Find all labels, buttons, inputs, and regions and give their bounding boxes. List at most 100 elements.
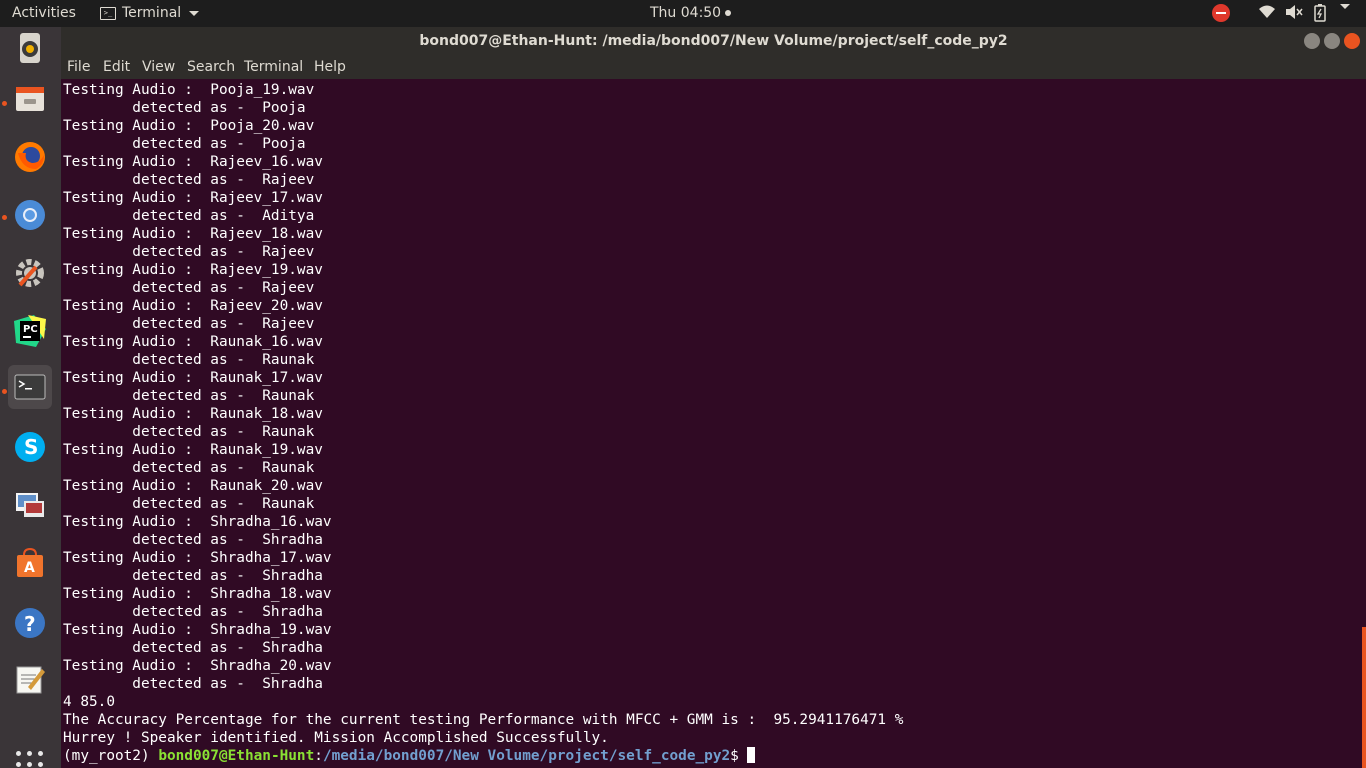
- terminal-line: detected as - Shradha: [63, 640, 323, 656]
- software-center-icon: A: [14, 547, 46, 579]
- window-title: bond007@Ethan-Hunt: /media/bond007/New V…: [419, 33, 1008, 49]
- terminal-line: Testing Audio : Rajeev_18.wav: [63, 226, 323, 242]
- chromium-icon: [14, 199, 46, 231]
- menu-view[interactable]: View: [142, 59, 175, 75]
- launcher-firefox[interactable]: [8, 135, 52, 179]
- system-menu-chevron-icon[interactable]: [1338, 4, 1350, 9]
- launcher-dock: PC S A ?: [0, 27, 61, 768]
- terminal-line: Testing Audio : Rajeev_17.wav: [63, 190, 323, 206]
- svg-text:?: ?: [24, 612, 36, 636]
- maximize-button[interactable]: [1324, 33, 1340, 49]
- terminal-line: detected as - Shradha: [63, 604, 323, 620]
- svg-text:A: A: [24, 560, 35, 576]
- terminal-line: detected as - Raunak: [63, 352, 315, 368]
- terminal-line: detected as - Rajeev: [63, 172, 315, 188]
- terminal-line: Testing Audio : Raunak_20.wav: [63, 478, 323, 494]
- prompt-env: (my_root2): [63, 748, 159, 764]
- terminal-line: Testing Audio : Raunak_18.wav: [63, 406, 323, 422]
- terminal-line: Testing Audio : Rajeev_16.wav: [63, 154, 323, 170]
- terminal-line: detected as - Shradha: [63, 532, 323, 548]
- settings-icon: [14, 257, 46, 289]
- terminal-line: 4 85.0: [63, 694, 115, 710]
- terminal-line: Testing Audio : Pooja_19.wav: [63, 82, 315, 98]
- launcher-chromium[interactable]: [8, 193, 52, 237]
- terminal-line: Testing Audio : Shradha_16.wav: [63, 514, 332, 530]
- launcher-rhythmbox[interactable]: [8, 27, 52, 71]
- launcher-settings[interactable]: [8, 251, 52, 295]
- menu-search[interactable]: Search: [187, 59, 235, 75]
- menu-edit[interactable]: Edit: [103, 59, 130, 75]
- terminal-output[interactable]: Testing Audio : Pooja_19.wav detected as…: [61, 79, 1366, 768]
- terminal-line: Testing Audio : Raunak_17.wav: [63, 370, 323, 386]
- terminal-line: Testing Audio : Rajeev_20.wav: [63, 298, 323, 314]
- files-icon: [14, 83, 46, 115]
- terminal-prompt-line: (my_root2) bond007@Ethan-Hunt:/media/bon…: [63, 747, 903, 765]
- terminal-line: detected as - Aditya: [63, 208, 315, 224]
- menu-file[interactable]: File: [67, 59, 90, 75]
- notification-dot-icon: [725, 10, 732, 16]
- activities-button[interactable]: Activities: [12, 5, 76, 21]
- wifi-icon[interactable]: [1258, 4, 1276, 20]
- prompt-path: /media/bond007/New Volume/project/self_c…: [322, 748, 731, 764]
- svg-text:S: S: [24, 435, 38, 459]
- terminal-line: detected as - Raunak: [63, 388, 315, 404]
- terminal-line: Testing Audio : Raunak_19.wav: [63, 442, 323, 458]
- terminal-line: detected as - Raunak: [63, 424, 315, 440]
- terminal-line: detected as - Raunak: [63, 496, 315, 512]
- chevron-down-icon: [189, 10, 200, 16]
- app-menu[interactable]: >_ Terminal: [100, 5, 200, 21]
- terminal-line: detected as - Rajeev: [63, 244, 315, 260]
- skype-icon: S: [14, 431, 46, 463]
- launcher-skype[interactable]: S: [8, 425, 52, 469]
- terminal-line: Testing Audio : Pooja_20.wav: [63, 118, 315, 134]
- text-editor-icon: [14, 663, 46, 695]
- pycharm-icon: PC: [14, 315, 46, 347]
- terminal-line: detected as - Raunak: [63, 460, 315, 476]
- firefox-icon: [14, 141, 46, 173]
- help-icon: ?: [14, 607, 46, 639]
- launcher-image-viewer[interactable]: [8, 483, 52, 527]
- terminal-lines: Testing Audio : Pooja_19.wav detected as…: [63, 81, 903, 765]
- scrollbar[interactable]: [1362, 627, 1366, 768]
- launcher-terminal[interactable]: [8, 365, 52, 409]
- clock[interactable]: Thu 04:50: [650, 5, 732, 21]
- window-titlebar[interactable]: bond007@Ethan-Hunt: /media/bond007/New V…: [61, 27, 1366, 57]
- prompt-symbol: $: [730, 748, 748, 764]
- menu-terminal[interactable]: Terminal: [244, 59, 303, 75]
- terminal-line: detected as - Shradha: [63, 676, 323, 692]
- terminal-line: Testing Audio : Shradha_20.wav: [63, 658, 332, 674]
- launcher-files[interactable]: [8, 77, 52, 121]
- minimize-button[interactable]: [1304, 33, 1320, 49]
- terminal-line: Testing Audio : Rajeev_19.wav: [63, 262, 323, 278]
- terminal-line: Hurrey ! Speaker identified. Mission Acc…: [63, 730, 609, 746]
- svg-text:PC: PC: [23, 324, 38, 335]
- volume-muted-icon[interactable]: [1284, 4, 1304, 20]
- terminal-line: detected as - Pooja: [63, 100, 306, 116]
- running-indicator: [2, 101, 7, 106]
- text-cursor: [747, 747, 756, 763]
- app-menu-label: Terminal: [122, 5, 182, 21]
- terminal-line: Testing Audio : Shradha_19.wav: [63, 622, 332, 638]
- terminal-icon: [14, 371, 46, 403]
- terminal-small-icon: >_: [100, 6, 116, 20]
- running-indicator: [2, 215, 7, 220]
- top-bar: Activities >_ Terminal Thu 04:50: [0, 0, 1366, 27]
- terminal-line: detected as - Shradha: [63, 568, 323, 584]
- show-applications-icon[interactable]: [16, 751, 44, 768]
- launcher-software-center[interactable]: A: [8, 541, 52, 585]
- image-viewer-icon: [14, 489, 46, 521]
- launcher-pycharm[interactable]: PC: [8, 309, 52, 353]
- prompt-user: bond007@Ethan-Hunt: [158, 748, 315, 764]
- launcher-help[interactable]: ?: [8, 601, 52, 645]
- battery-icon[interactable]: [1314, 4, 1326, 22]
- do-not-disturb-icon[interactable]: [1212, 4, 1230, 22]
- terminal-line: Testing Audio : Raunak_16.wav: [63, 334, 323, 350]
- terminal-line: The Accuracy Percentage for the current …: [63, 712, 904, 728]
- clock-label: Thu 04:50: [650, 5, 722, 21]
- close-button[interactable]: [1344, 33, 1360, 49]
- launcher-text-editor[interactable]: [8, 657, 52, 701]
- terminal-line: detected as - Rajeev: [63, 280, 315, 296]
- terminal-line: detected as - Pooja: [63, 136, 306, 152]
- terminal-line: Testing Audio : Shradha_17.wav: [63, 550, 332, 566]
- menu-help[interactable]: Help: [314, 59, 346, 75]
